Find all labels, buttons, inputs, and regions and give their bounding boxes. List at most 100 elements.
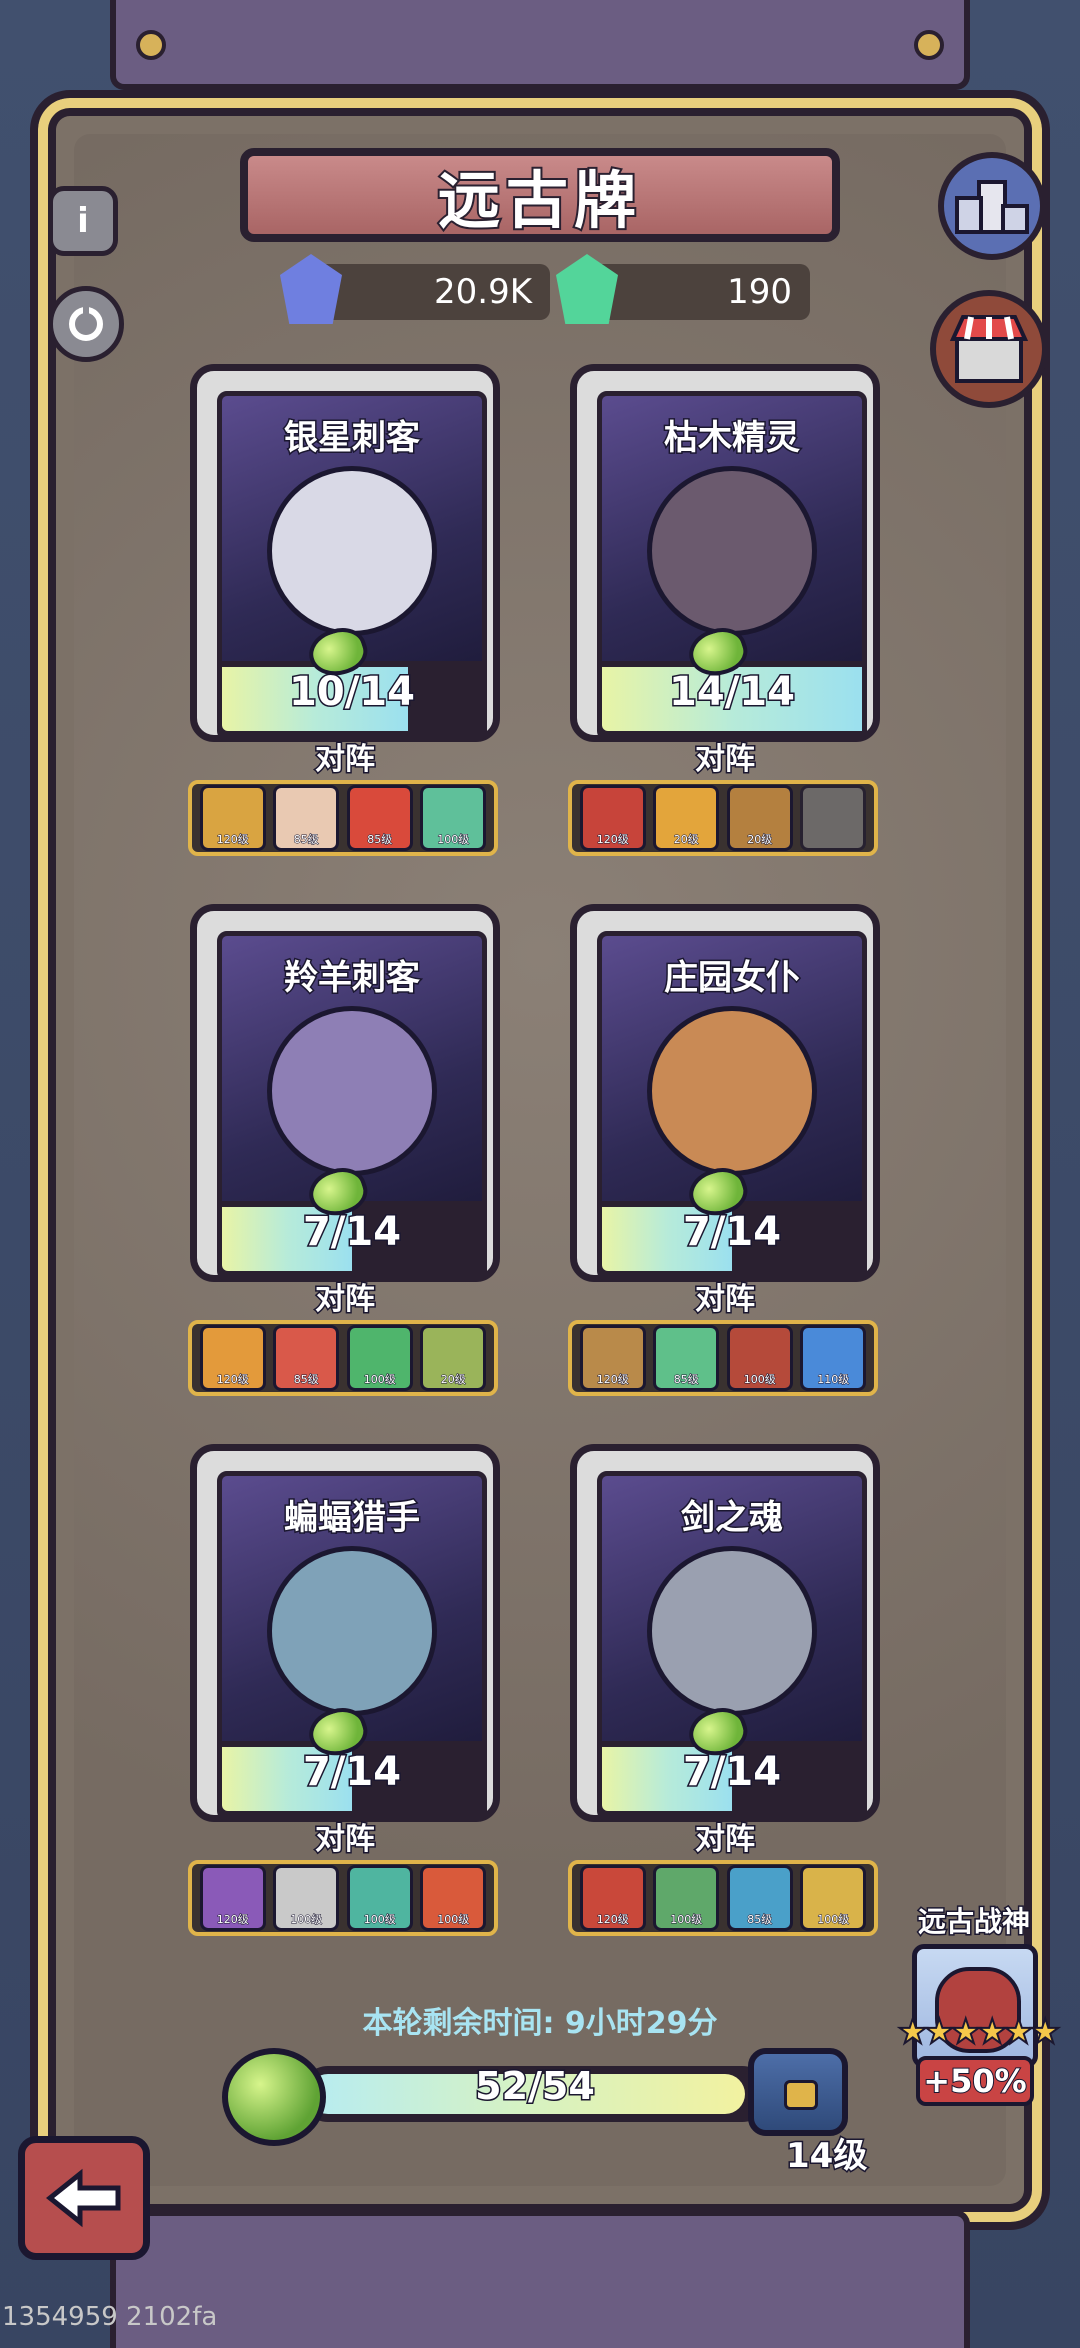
info-button[interactable]: i (48, 186, 118, 256)
total-progress-bar: 52/54 (300, 2063, 770, 2122)
enemy-lineup[interactable]: 120级 100级 100级 100级 (188, 1860, 498, 1936)
enemy-lineup[interactable]: 120级 100级 85级 100级 (568, 1860, 878, 1936)
enemy-hero-avatar: 120级 (199, 1865, 266, 1931)
hero-card[interactable]: 剑之魂 7/14 (570, 1444, 880, 1822)
boss-stars: ★★★★★★ (897, 2011, 1062, 2053)
card-progress-bar: 7/14 (217, 1741, 487, 1821)
debug-label: 1354959 2102fa (2, 2302, 218, 2332)
card-name: 羚羊刺客 (283, 957, 422, 1000)
bean-icon (222, 2048, 326, 2146)
card-progress-text: 7/14 (301, 1208, 402, 1257)
enemy-hero-avatar: 100级 (653, 1865, 720, 1931)
enemy-hero-avatar: 120级 (579, 1325, 646, 1391)
hero-level: 100级 (817, 1913, 850, 1927)
currency-blue-value: 20.9K (434, 272, 532, 312)
enemy-hero-avatar: 120级 (579, 785, 646, 851)
podium-icon (955, 180, 1029, 234)
card-name: 剑之魂 (680, 1497, 785, 1540)
hero-level: 100级 (290, 1913, 323, 1927)
enemy-lineup[interactable]: 120级 85级 85级 100级 (188, 780, 498, 856)
enemy-hero-avatar: 85级 (346, 785, 413, 851)
enemy-hero-avatar: 20级 (653, 785, 720, 851)
card-progress-bar: 7/14 (217, 1201, 487, 1281)
hero-card[interactable]: 枯木精灵 14/14 (570, 364, 880, 742)
chest-level: 14级 (784, 2135, 868, 2178)
hero-level: 100级 (437, 833, 470, 847)
back-button[interactable] (18, 2136, 150, 2260)
main-panel (30, 90, 1050, 2230)
lineup-label: 对阵 (694, 741, 757, 779)
hero-card[interactable]: 蝙蝠猎手 7/14 (190, 1444, 500, 1822)
info-icon: i (77, 201, 89, 241)
enemy-hero-avatar: 85级 (726, 1865, 793, 1931)
enemy-hero-avatar: 100级 (273, 1865, 340, 1931)
shop-icon (949, 315, 1029, 383)
lineup-label: 对阵 (314, 741, 377, 779)
enemy-lineup[interactable]: 120级 85级 100级 110级 (568, 1320, 878, 1396)
hero-level: 120级 (216, 833, 249, 847)
lineup-label: 对阵 (314, 1821, 377, 1859)
hero-level: 85级 (367, 833, 393, 847)
hero-level: 100级 (670, 1913, 703, 1927)
card-portrait (647, 466, 817, 636)
enemy-hero-avatar: 110级 (800, 1325, 867, 1391)
hero-level: 85级 (293, 1373, 319, 1387)
title-plate: 远古牌 (240, 148, 840, 242)
lineup-label: 对阵 (694, 1821, 757, 1859)
hero-level: 110级 (817, 1373, 850, 1387)
enemy-hero-avatar: 120级 (199, 785, 266, 851)
page-title: 远古牌 (436, 162, 642, 239)
total-progress-text: 52/54 (474, 2063, 597, 2110)
hero-level: 100级 (743, 1373, 776, 1387)
card-progress-text: 7/14 (681, 1208, 782, 1257)
hero-level: 120级 (596, 833, 629, 847)
hero-level: 120级 (216, 1913, 249, 1927)
card-portrait (267, 466, 437, 636)
hero-level: 85级 (673, 1373, 699, 1387)
currency-green-value: 190 (727, 272, 792, 312)
enemy-lineup[interactable]: 120级 20级 20级 (568, 780, 878, 856)
hero-level: 120级 (596, 1913, 629, 1927)
enemy-hero-avatar: 100级 (726, 1325, 793, 1391)
card-progress-bar: 7/14 (597, 1741, 867, 1821)
enemy-lineup[interactable]: 120级 85级 100级 20级 (188, 1320, 498, 1396)
enemy-hero-avatar: 85级 (653, 1325, 720, 1391)
reward-chest-button[interactable] (748, 2048, 848, 2136)
enemy-hero-avatar: 100级 (800, 1865, 867, 1931)
hero-level: 20级 (747, 833, 773, 847)
hero-level: 20级 (440, 1373, 466, 1387)
hero-card[interactable]: 银星刺客 10/14 (190, 364, 500, 742)
ranking-button[interactable] (938, 152, 1046, 260)
card-portrait (647, 1546, 817, 1716)
card-progress-text: 10/14 (288, 668, 417, 717)
hero-level: 120级 (596, 1373, 629, 1387)
enemy-hero-avatar: 100级 (420, 785, 487, 851)
enemy-hero-avatar: 20级 (420, 1325, 487, 1391)
enemy-hero-avatar: 100级 (420, 1865, 487, 1931)
refresh-button[interactable] (48, 286, 124, 362)
boss-bonus: +50% (916, 2056, 1034, 2106)
card-portrait (647, 1006, 817, 1176)
bottom-frame-decoration (110, 2210, 970, 2348)
hero-level: 100级 (437, 1913, 470, 1927)
enemy-hero-avatar: 120级 (579, 1865, 646, 1931)
hero-level: 20级 (673, 833, 699, 847)
currency-blue: 20.9K (310, 264, 550, 320)
card-progress-text: 7/14 (301, 1748, 402, 1797)
hero-card[interactable]: 庄园女仆 7/14 (570, 904, 880, 1282)
hero-card[interactable]: 羚羊刺客 7/14 (190, 904, 500, 1282)
card-name: 庄园女仆 (663, 957, 802, 1000)
card-name: 银星刺客 (283, 417, 422, 460)
enemy-hero-avatar: 100级 (346, 1865, 413, 1931)
card-portrait (267, 1546, 437, 1716)
card-name: 枯木精灵 (663, 417, 802, 460)
boss-name: 远古战神 (916, 1904, 1031, 1940)
card-name: 蝙蝠猎手 (283, 1497, 422, 1540)
shop-button[interactable] (930, 290, 1048, 408)
hero-level: 100级 (363, 1373, 396, 1387)
card-portrait (267, 1006, 437, 1176)
refresh-icon (69, 306, 103, 341)
empty-hero-slot (800, 785, 867, 851)
lineup-label: 对阵 (314, 1281, 377, 1319)
enemy-hero-avatar: 20级 (726, 785, 793, 851)
